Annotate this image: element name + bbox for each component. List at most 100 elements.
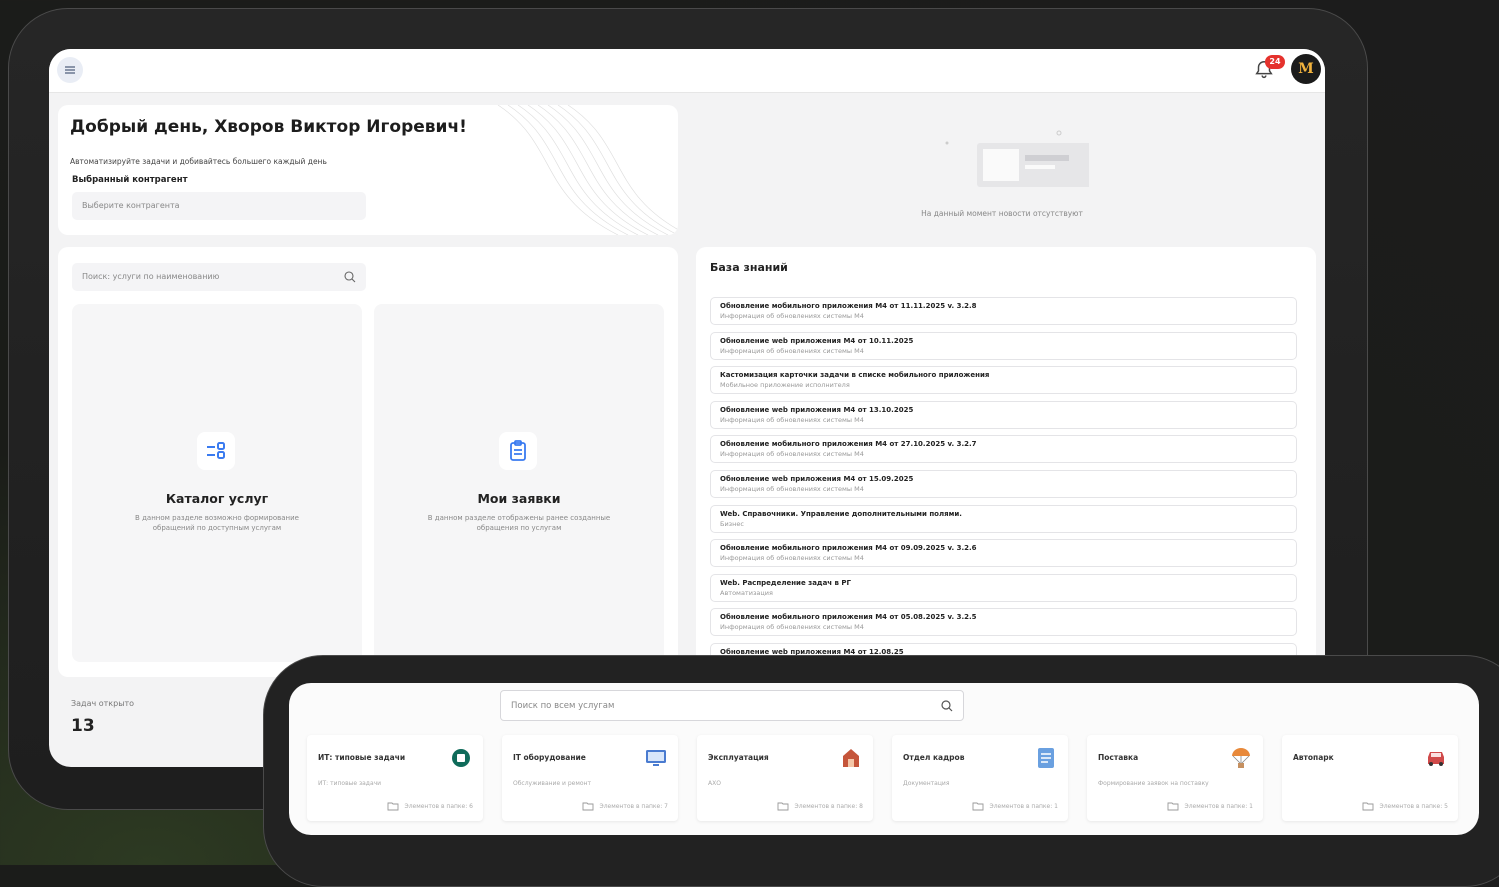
kb-list-item[interactable]: Обновление мобильного приложения M4 от 1… (710, 297, 1297, 325)
kb-list-item[interactable]: Обновление web приложения M4 от 15.09.20… (710, 469, 1297, 498)
empty-news-illustration (945, 130, 1089, 187)
tile-title: Каталог услуг (165, 491, 269, 506)
search-icon[interactable] (344, 271, 356, 283)
catalog-search-placeholder: Поиск по всем услугам (511, 701, 615, 711)
open-tasks-count: 13 (71, 716, 95, 736)
knowledge-base-card: База знаний Обновление мобильного прилож… (696, 247, 1316, 677)
news-empty-state: На данный момент новости отсутствуют (689, 105, 1315, 235)
tile-description: В данном разделе отображены ранее создан… (427, 514, 611, 532)
catalog-card-description: АХО (708, 780, 721, 787)
catalog-card-title: Отдел кадров (903, 753, 965, 762)
greeting-subtitle: Автоматизируйте задачи и добивайтесь бол… (70, 157, 327, 166)
folder-icon (1362, 802, 1373, 811)
catalog-card[interactable]: Отдел кадров Документация Элементов в папк… (892, 735, 1068, 821)
catalog-card[interactable]: Эксплуатация АХО Элементов в папке: 8 (697, 735, 873, 821)
kb-item-title: Web. Справочники. Управление дополнитель… (720, 509, 962, 518)
folder-icon (387, 802, 398, 811)
knowledge-base-list: Обновление мобильного приложения M4 от 1… (710, 297, 1297, 677)
kb-item-description: Информация об обновлениях системы M4 (720, 415, 864, 424)
parachute-icon (1230, 747, 1252, 769)
kb-item-title: Обновление мобильного приложения M4 от 0… (720, 544, 977, 553)
catalog-card-title: Автопарк (1293, 753, 1334, 762)
catalog-card-count-text: Элементов в папке: 7 (599, 802, 669, 810)
catalog-card-title: IT оборудование (513, 753, 586, 762)
kb-list-item[interactable]: Кастомизация карточки задачи в списке мо… (710, 366, 1297, 395)
tile-my-requests[interactable]: Мои заявки В данном разделе отображены р… (374, 304, 664, 662)
catalog-card[interactable]: IT оборудование Обслуживание и ремонт Элем… (502, 735, 678, 821)
kb-item-description: Информация об обновлениях системы M4 (720, 450, 864, 459)
kb-list-item[interactable]: Web. Справочники. Управление дополнитель… (710, 504, 1297, 533)
decorative-waves (497, 105, 678, 235)
notification-badge: 24 (1265, 55, 1285, 69)
kb-list-item[interactable]: Обновление мобильного приложения M4 от 2… (710, 435, 1297, 464)
top-bar: 24 M (49, 49, 1325, 93)
kb-item-description: Информация об обновлениях системы M4 (720, 484, 864, 493)
building-icon (840, 747, 862, 769)
folder-icon (1167, 802, 1178, 811)
document-icon (1035, 747, 1057, 769)
kb-list-item[interactable]: Обновление web приложения M4 от 10.11.20… (710, 331, 1297, 360)
catalog-card-count: Элементов в папке: 1 (972, 801, 1058, 811)
monitor-icon (645, 747, 667, 769)
open-tasks-label: Задач открыто (71, 699, 135, 708)
catalog-card-title: Эксплуатация (708, 753, 769, 762)
kb-item-description: Информация об обновлениях системы M4 (720, 312, 864, 320)
kb-item-description: Мобильное приложение исполнителя (720, 381, 850, 390)
search-icon[interactable] (941, 700, 953, 712)
catalog-card-description: Документация (903, 780, 950, 787)
kb-item-description: Автоматизация (720, 588, 773, 597)
catalog-card[interactable]: ИТ: типовые задачи ИТ: типовые задачи Элем… (307, 735, 483, 821)
kb-item-description: Информация об обновлениях системы M4 (720, 623, 864, 632)
greeting-title: Добрый день, Хворов Виктор Игоревич! (70, 117, 467, 137)
avatar[interactable]: M (1291, 54, 1321, 84)
tile-title: Мои заявки (477, 491, 561, 506)
catalog-card-title: ИТ: типовые задачи (318, 753, 406, 762)
tile-description: В данном разделе возможно формирование о… (135, 514, 299, 532)
service-search-input[interactable]: Поиск: услуги по наименованию (72, 263, 366, 291)
folder-icon (582, 802, 593, 811)
news-empty-text: На данный момент новости отсутствуют (921, 209, 1083, 218)
catalog-screen: Поиск по всем услугам ИТ: типовые задачи… (289, 683, 1479, 835)
catalog-card-count-text: Элементов в папке: 8 (794, 802, 864, 810)
knowledge-base-title: База знаний (710, 261, 788, 274)
hamburger-icon (65, 65, 75, 76)
catalog-card-count: Элементов в папке: 1 (1167, 801, 1254, 811)
kb-item-title: Обновление web приложения M4 от 10.11.20… (720, 336, 914, 345)
kb-item-description: Информация об обновлениях системы M4 (720, 554, 864, 563)
catalog-card-description: Обслуживание и ремонт (513, 780, 591, 787)
catalog-card-count: Элементов в папке: 8 (777, 801, 864, 811)
clipboard-icon (499, 432, 537, 470)
contractor-select[interactable]: Выберите контрагента (72, 192, 366, 220)
catalog-icon (197, 432, 235, 470)
kb-item-title: Обновление мобильного приложения M4 от 2… (720, 440, 977, 449)
kb-item-title: Кастомизация карточки задачи в списке мо… (720, 371, 990, 380)
services-card: Поиск: услуги по наименованию Каталог ус… (58, 247, 678, 677)
car-icon (1425, 747, 1447, 769)
catalog-card-count-text: Элементов в папке: 5 (1379, 802, 1449, 810)
catalog-card[interactable]: Автопарк Элементов в папке: 5 (1282, 735, 1458, 821)
service-search-placeholder: Поиск: услуги по наименованию (82, 272, 220, 281)
kb-item-title: Web. Распределение задач в РГ (720, 578, 851, 587)
kb-list-item[interactable]: Обновление мобильного приложения M4 от 0… (710, 608, 1297, 637)
catalog-card-title: Поставка (1098, 753, 1139, 762)
folder-icon (777, 802, 788, 811)
catalog-card-count: Элементов в папке: 5 (1362, 801, 1449, 811)
catalog-card-count: Элементов в папке: 6 (387, 801, 474, 811)
catalog-card-count-text: Элементов в папке: 1 (1184, 802, 1254, 810)
kb-list-item[interactable]: Обновление web приложения M4 от 13.10.20… (710, 400, 1297, 429)
catalog-card-description: Формирование заявок на поставку (1098, 780, 1209, 787)
catalog-card-count-text: Элементов в папке: 6 (404, 802, 474, 810)
kb-item-title: Обновление мобильного приложения M4 от 1… (720, 302, 977, 310)
kb-item-description: Бизнес (720, 519, 744, 528)
kb-list-item[interactable]: Web. Распределение задач в РГ Автоматизац… (710, 573, 1297, 602)
catalog-search-input[interactable]: Поиск по всем услугам (500, 690, 964, 721)
kb-item-title: Обновление web приложения M4 от 15.09.20… (720, 474, 914, 483)
catalog-card[interactable]: Поставка Формирование заявок на поставку Э… (1087, 735, 1263, 821)
menu-button[interactable] (57, 57, 83, 83)
kb-list-item[interactable]: Обновление мобильного приложения M4 от 0… (710, 539, 1297, 568)
kb-item-description: Информация об обновлениях системы M4 (720, 346, 864, 355)
catalog-card-description: ИТ: типовые задачи (318, 780, 382, 787)
contractor-label: Выбранный контрагент (72, 175, 188, 185)
tile-service-catalog[interactable]: Каталог услуг В данном разделе возможно … (72, 304, 362, 662)
kb-item-title: Обновление web приложения M4 от 13.10.20… (720, 405, 914, 414)
